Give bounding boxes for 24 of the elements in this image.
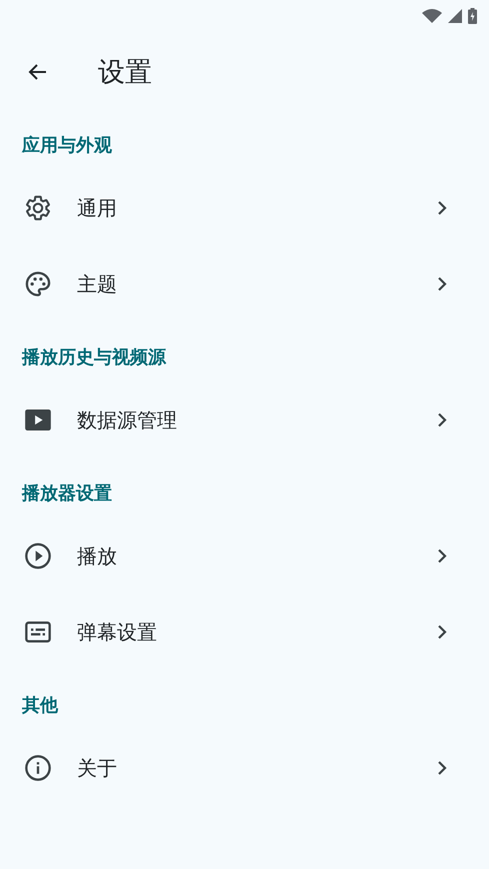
section-header: 其他 <box>22 695 58 716</box>
info-icon <box>24 754 52 782</box>
wifi-icon <box>422 9 442 23</box>
chevron-right-icon <box>437 760 447 776</box>
settings-item[interactable]: 数据源管理 <box>0 382 489 458</box>
page-title: 设置 <box>98 56 152 90</box>
settings-item[interactable]: 播放 <box>0 518 489 594</box>
battery-icon <box>468 8 477 24</box>
settings-item[interactable]: 关于 <box>0 730 489 806</box>
chevron-right-icon <box>437 276 447 292</box>
play-circle-icon <box>24 542 52 570</box>
chevron-right-icon <box>437 548 447 564</box>
settings-item[interactable]: 通用 <box>0 170 489 246</box>
chevron-right-icon <box>437 200 447 216</box>
gear-icon <box>24 194 52 222</box>
palette-icon <box>24 270 52 298</box>
chevron-right-icon <box>437 412 447 428</box>
section-header: 播放器设置 <box>22 483 112 504</box>
settings-item[interactable]: 主题 <box>0 246 489 322</box>
section-header: 应用与外观 <box>22 135 112 156</box>
section-header: 播放历史与视频源 <box>22 347 166 368</box>
settings-item[interactable]: 弹幕设置 <box>0 594 489 670</box>
signal-icon <box>448 9 462 23</box>
chevron-right-icon <box>437 624 447 640</box>
